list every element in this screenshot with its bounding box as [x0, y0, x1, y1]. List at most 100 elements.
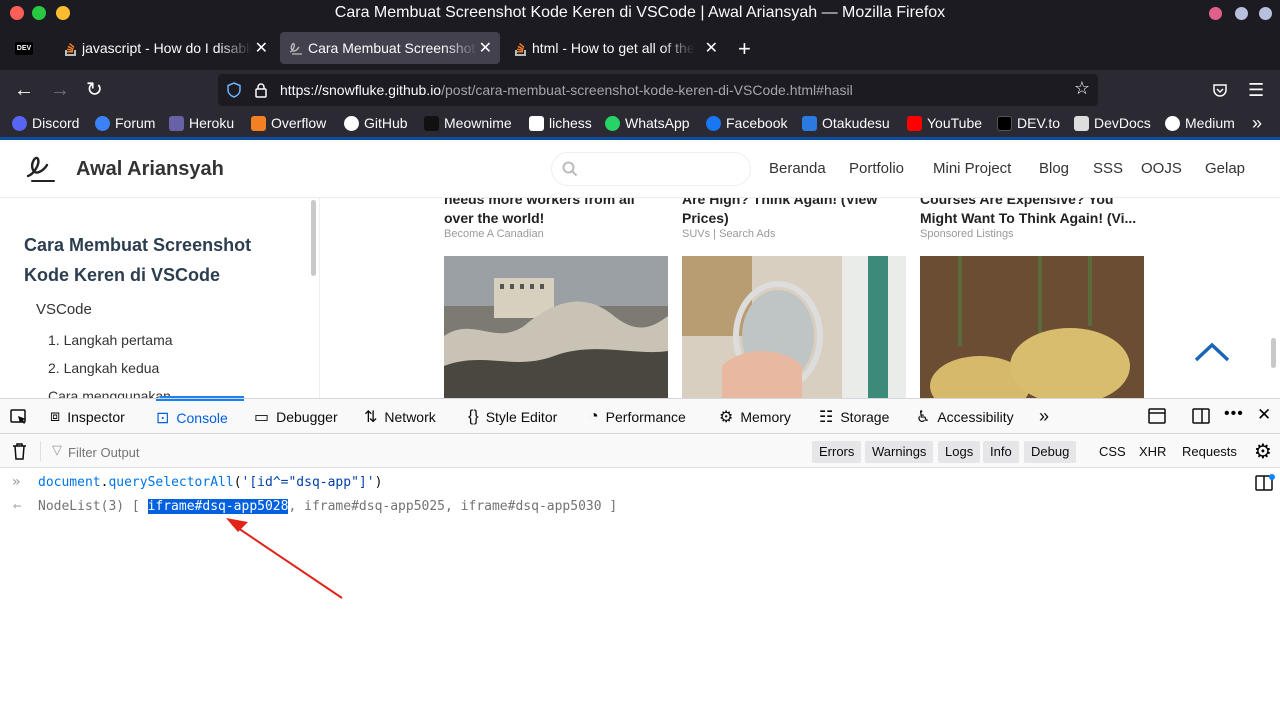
ad-card[interactable]: needs more workers from all over the wor… [444, 198, 668, 398]
tab-pinned-dev[interactable]: DEV [6, 32, 42, 64]
console-filter-bar: ▽ Errors Warnings Logs Info Debug CSS XH… [0, 434, 1280, 468]
nav-sss[interactable]: SSS [1093, 160, 1123, 177]
storage-icon: ☷ [819, 408, 834, 426]
back-button[interactable]: ← [14, 78, 34, 102]
close-tab-icon[interactable]: ✕ [255, 38, 268, 58]
otakudesu-icon [802, 115, 817, 131]
close-tab-icon[interactable]: ✕ [479, 38, 492, 58]
gear-icon[interactable]: ⚙ [1254, 439, 1272, 464]
filter-requests-button[interactable]: Requests [1175, 441, 1244, 463]
devtools-toolbar: ⧈ Inspector ⊡ Console ▭ Debugger ⇅ Network {… [0, 398, 1280, 434]
whatsapp-icon [605, 115, 620, 131]
filter-css-button[interactable]: CSS [1092, 441, 1133, 463]
navigation-toolbar: ← → ↻ https://snowfluke.github.io/post/c… [0, 70, 1280, 110]
split-console-icon[interactable] [1255, 474, 1275, 492]
tab-accessibility[interactable]: ♿ Accessibility [916, 399, 1014, 434]
tab-style-editor[interactable]: {} Style Editor [468, 399, 557, 434]
bookmark-discord[interactable]: Discord [12, 115, 79, 131]
console-input-line[interactable]: document.querySelectorAll('[id^="dsq-app… [38, 475, 382, 490]
bookmark-whatsapp[interactable]: WhatsApp [605, 115, 690, 131]
nav-mini-project[interactable]: Mini Project [933, 160, 1011, 177]
more-tools-icon[interactable]: » [1039, 399, 1049, 434]
bookmark-github[interactable]: GitHub [344, 115, 408, 131]
scroll-to-top-icon[interactable] [1194, 342, 1230, 362]
meownime-icon [424, 115, 439, 131]
tab-html[interactable]: html - How to get all of the ✕ [504, 32, 726, 64]
bookmark-lichess[interactable]: lichess [529, 115, 592, 131]
bookmark-forum[interactable]: Forum [95, 115, 155, 131]
page-scrollbar[interactable] [1271, 338, 1276, 368]
tab-memory[interactable]: ⚙ Memory [719, 399, 791, 434]
close-tab-icon[interactable]: ✕ [705, 38, 718, 58]
element-picker-icon[interactable] [10, 409, 28, 425]
site-title[interactable]: Awal Ariansyah [76, 158, 224, 181]
stackoverflow-icon [515, 43, 526, 56]
dev-icon: DEV [14, 41, 34, 55]
nav-blog[interactable]: Blog [1039, 160, 1069, 177]
toc-title[interactable]: Cara Membuat Screenshot Kode Keren di VS… [24, 230, 264, 290]
bookmark-devto[interactable]: DEV.to [997, 115, 1060, 131]
bookmark-heroku[interactable]: Heroku [169, 115, 234, 131]
bookmark-youtube[interactable]: YouTube [907, 115, 982, 131]
new-tab-button[interactable]: + [738, 36, 751, 62]
search-icon [562, 161, 578, 177]
bookmark-overflow[interactable]: Overflow [251, 115, 326, 131]
more-options-icon[interactable]: ••• [1224, 405, 1244, 423]
tab-debugger[interactable]: ▭ Debugger [254, 399, 338, 434]
responsive-design-icon[interactable] [1148, 408, 1166, 424]
bookmark-facebook[interactable]: Facebook [706, 115, 787, 131]
lock-icon[interactable] [254, 82, 268, 98]
firefox-account-icon[interactable] [1209, 7, 1222, 20]
nav-oojs[interactable]: OOJS [1141, 160, 1182, 177]
prompt-icon: » [12, 474, 21, 490]
nav-gelap[interactable]: Gelap [1205, 160, 1245, 177]
bookmark-medium[interactable]: Medium [1165, 115, 1235, 131]
toc-item[interactable]: VSCode [36, 301, 92, 318]
bookmark-devdocs[interactable]: DevDocs [1074, 115, 1151, 131]
nodelist-item[interactable]: iframe#dsq-app5030 [461, 499, 602, 514]
toc-item[interactable]: Cara menggunakan [48, 388, 171, 398]
tab-inspector[interactable]: ⧈ Inspector [50, 399, 125, 434]
site-header: Awal Ariansyah Beranda Portfolio Mini Pr… [0, 140, 1280, 198]
filter-output-input[interactable] [68, 441, 468, 463]
bookmark-meownime[interactable]: Meownime [424, 115, 512, 131]
extension-icon[interactable] [1259, 7, 1272, 20]
shield-icon[interactable] [226, 82, 242, 98]
reload-button[interactable]: ↻ [86, 78, 103, 102]
toc-item[interactable]: 2. Langkah kedua [48, 360, 159, 376]
site-logo-icon[interactable] [24, 152, 60, 186]
sidebar-scrollbar[interactable] [311, 200, 316, 276]
bookmark-otakudesu[interactable]: Otakudesu [802, 115, 890, 131]
tab-performance[interactable]: ◔ Performance [589, 399, 686, 434]
console-output: » document.querySelectorAll('[id^="dsq-a… [0, 468, 1280, 720]
url-bar[interactable]: https://snowfluke.github.io/post/cara-me… [218, 74, 1098, 106]
ad-card[interactable]: Courses Are Expensive? You Might Want To… [920, 198, 1144, 398]
search-input[interactable] [551, 152, 751, 186]
close-devtools-icon[interactable]: ✕ [1257, 405, 1271, 425]
nav-portfolio[interactable]: Portfolio [849, 160, 904, 177]
extension-icon[interactable] [1235, 7, 1248, 20]
filter-errors-button[interactable]: Errors [812, 441, 862, 463]
ad-card[interactable]: Are High? Think Again! (View Prices) SUV… [682, 198, 906, 398]
tab-storage[interactable]: ☷ Storage [819, 399, 889, 434]
tab-network[interactable]: ⇅ Network [364, 399, 436, 434]
forward-button[interactable]: → [50, 78, 70, 102]
filter-warnings-button[interactable]: Warnings [865, 441, 934, 463]
result-arrow-icon: ← [13, 498, 22, 514]
bookmark-star-icon[interactable]: ☆ [1074, 78, 1090, 99]
toc-item[interactable]: 1. Langkah pertama [48, 332, 173, 348]
filter-logs-button[interactable]: Logs [938, 441, 981, 463]
devto-icon [997, 115, 1012, 131]
filter-info-button[interactable]: Info [983, 441, 1019, 463]
pocket-icon[interactable] [1212, 82, 1228, 98]
tab-cara-membuat[interactable]: Cara Membuat Screenshot Kode ✕ [280, 32, 500, 64]
more-bookmarks-icon[interactable]: » [1252, 113, 1262, 134]
filter-xhr-button[interactable]: XHR [1132, 441, 1173, 463]
trash-icon[interactable] [12, 442, 27, 460]
tab-javascript[interactable]: javascript - How do I disable ✕ [54, 32, 276, 64]
filter-debug-button[interactable]: Debug [1024, 441, 1077, 463]
tab-console[interactable]: ⊡ Console [156, 399, 244, 434]
nav-beranda[interactable]: Beranda [769, 160, 826, 177]
dock-side-icon[interactable] [1192, 408, 1210, 424]
menu-icon[interactable]: ☰ [1248, 78, 1264, 102]
